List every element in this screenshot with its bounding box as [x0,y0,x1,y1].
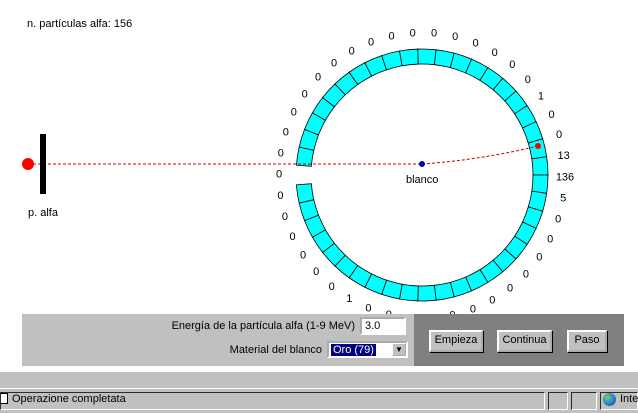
detector-count: 0 [410,27,416,39]
detector-count: 1 [346,293,352,305]
source-collimator [40,134,46,194]
detector-count: 0 [315,72,321,84]
detector-count: 0 [536,252,542,264]
detector-count: 0 [507,283,513,295]
detector-count: 0 [555,214,561,226]
detector-segment [433,281,455,301]
continue-button[interactable]: Continua [497,330,552,352]
globe-icon [603,393,616,406]
detector-count: 0 [277,190,283,202]
status-pane-main [0,392,545,410]
detector-count: 1 [538,91,544,103]
detector-count: 0 [492,47,498,59]
particle-counter-value: 156 [113,18,133,30]
detector-count: 0 [349,46,355,58]
energy-label: Energía de la partícula alfa (1-9 MeV) [171,320,355,332]
detector-segment [399,283,419,302]
detector-count: 0 [452,31,458,43]
detector-segment [295,183,315,204]
detector-count: 0 [300,249,306,261]
step-button[interactable]: Paso [567,330,607,352]
detector-count: 5 [560,193,566,205]
alpha-source [22,158,34,170]
detector-segment [531,174,549,194]
security-zone-text: Inte [620,393,638,405]
detector-count: 136 [556,171,574,183]
detector-count: 0 [547,233,553,245]
detector-count: 0 [289,231,295,243]
particle-counter-label: n. partículas alfa: [27,18,111,30]
detector-count: 0 [548,109,554,121]
detector-segment [417,48,437,66]
material-label: Material del blanco [229,344,322,356]
detector-count: 0 [291,107,297,119]
material-select[interactable]: Oro (79) ▼ [327,341,408,358]
target-nucleus [419,161,425,167]
detector-count: 0 [523,268,529,280]
detector-count: 0 [389,30,395,42]
detector-count: 0 [329,281,335,293]
start-button[interactable]: Empieza [429,330,483,352]
detector-count: 0 [331,57,337,69]
detector-segment [417,284,437,302]
alpha-particle [535,143,541,149]
detector-count: 0 [302,88,308,100]
chevron-down-icon[interactable]: ▼ [392,343,406,356]
target-label: blanco [406,174,439,186]
energy-input[interactable] [360,317,406,335]
detector-segment [531,156,549,176]
detector-count: 13 [557,150,569,162]
detector-count: 0 [525,74,531,86]
detector-count: 0 [556,129,562,141]
detector-count: 0 [276,169,282,181]
status-bar: Operazione completata Inte [0,388,638,413]
detector-count: 0 [365,303,371,315]
detector-count: 0 [278,147,284,159]
detector-count: 0 [431,28,437,40]
detector-count: 0 [282,211,288,223]
material-selected-value: Oro (79) [331,344,376,356]
status-pane-1 [548,392,568,410]
detector-count: 0 [283,127,289,139]
detector-count: 0 [368,36,374,48]
detector-count: 0 [509,59,515,71]
detector-count: 0 [473,37,479,49]
particle-counter: n. partículas alfa: 156 [27,18,132,30]
detector-segment [399,48,419,67]
scattered-trajectory [421,145,539,165]
status-pane-2 [571,392,597,410]
detector-count: 0 [313,266,319,278]
source-label: p. alfa [28,207,58,219]
detector-count: 0 [489,295,495,307]
